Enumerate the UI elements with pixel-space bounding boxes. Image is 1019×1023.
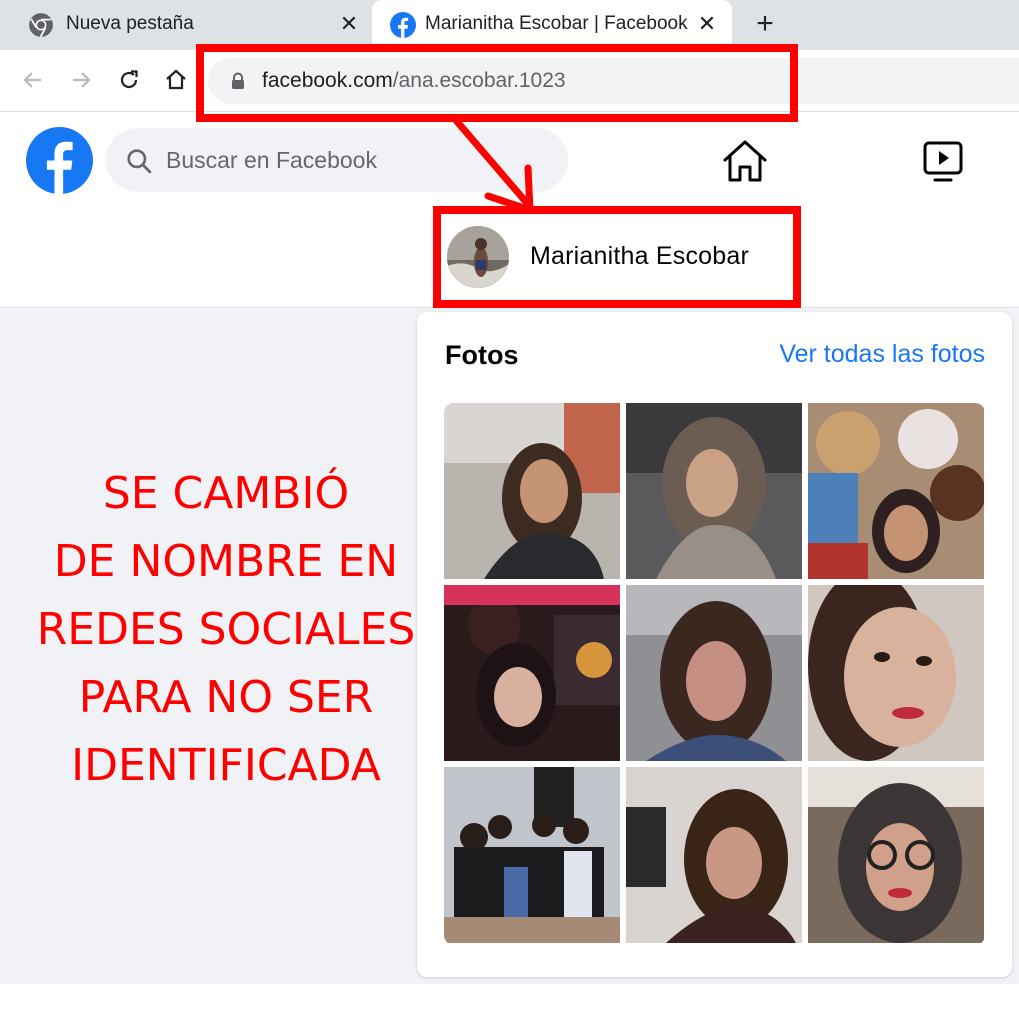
home-button[interactable] [160,64,192,96]
photo-thumbnail[interactable] [444,767,620,943]
caption-line: REDES SOCIALES [36,604,416,655]
caption-line: PARA NO SER [78,672,374,723]
new-tab-button[interactable]: + [750,9,780,40]
forward-button[interactable] [65,64,97,96]
photos-card: Fotos Ver todas las fotos [417,312,1012,977]
chrome-icon [29,13,53,38]
annotation-arrow [450,114,534,214]
watch-icon[interactable] [918,140,968,184]
photo-thumbnail[interactable] [808,403,984,579]
page-footer-area [0,984,1019,1023]
caption-line: IDENTIFICADA [71,740,381,791]
caption-line: DE NOMBRE EN [53,536,399,587]
home-icon[interactable] [720,138,770,184]
photo-thumbnail[interactable] [444,403,620,579]
close-icon[interactable]: ✕ [336,11,362,37]
tab-nueva-pestana[interactable]: Nueva pestaña ✕ [0,0,372,50]
photo-grid [444,403,985,945]
name-highlight-box [433,206,801,308]
tab-title: Marianitha Escobar | Facebook [425,13,688,34]
browser-tab-strip: Nueva pestaña ✕ Marianitha Escobar | Fac… [0,0,1019,50]
search-icon [127,149,152,174]
photo-thumbnail[interactable] [626,767,802,943]
forward-arrow-icon [73,72,91,88]
url-highlight-box [196,44,798,122]
photo-thumbnail[interactable] [808,767,984,943]
search-placeholder: Buscar en Facebook [166,147,377,173]
photo-thumbnail[interactable] [626,403,802,579]
photo-thumbnail[interactable] [808,585,984,761]
photo-thumbnail[interactable] [626,585,802,761]
back-button[interactable] [17,64,49,96]
caption-line: SE CAMBIÓ [102,468,350,519]
see-all-photos-link[interactable]: Ver todas las fotos [779,340,985,369]
annotation-caption: SE CAMBIÓ DE NOMBRE EN REDES SOCIALES PA… [0,460,452,800]
facebook-logo[interactable] [26,127,93,194]
photo-thumbnail[interactable] [444,585,620,761]
tab-facebook[interactable]: Marianitha Escobar | Facebook ✕ [372,0,732,50]
photos-title[interactable]: Fotos [445,340,519,371]
reload-button[interactable] [113,64,145,96]
facebook-icon [390,12,416,38]
reload-icon [120,70,138,89]
tab-title: Nueva pestaña [66,13,194,34]
close-icon[interactable]: ✕ [694,11,720,37]
home-icon [166,69,186,90]
back-arrow-icon [23,72,41,88]
